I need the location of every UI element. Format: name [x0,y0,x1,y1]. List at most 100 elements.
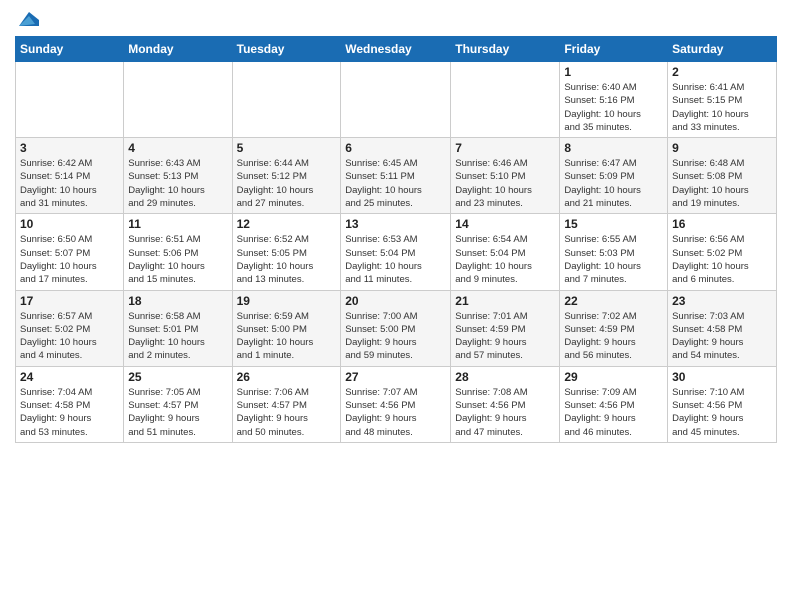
calendar-cell: 26 Sunrise: 7:06 AM Sunset: 4:57 PM Dayli… [232,366,341,442]
day-info: Sunrise: 7:08 AM Sunset: 4:56 PM Dayligh… [455,386,555,439]
calendar-cell: 6 Sunrise: 6:45 AM Sunset: 5:11 PM Daylig… [341,138,451,214]
day-info: Sunrise: 6:41 AM Sunset: 5:15 PM Dayligh… [672,81,772,134]
day-number: 11 [128,217,227,231]
day-number: 28 [455,370,555,384]
day-info: Sunrise: 7:00 AM Sunset: 5:00 PM Dayligh… [345,310,446,363]
day-info: Sunrise: 7:03 AM Sunset: 4:58 PM Dayligh… [672,310,772,363]
calendar-week-row: 17 Sunrise: 6:57 AM Sunset: 5:02 PM Dayli… [16,290,777,366]
calendar-cell: 10 Sunrise: 6:50 AM Sunset: 5:07 PM Dayli… [16,214,124,290]
day-number: 24 [20,370,119,384]
calendar-cell: 4 Sunrise: 6:43 AM Sunset: 5:13 PM Daylig… [124,138,232,214]
day-number: 23 [672,294,772,308]
calendar-cell: 2 Sunrise: 6:41 AM Sunset: 5:15 PM Daylig… [668,62,777,138]
day-number: 18 [128,294,227,308]
day-info: Sunrise: 7:05 AM Sunset: 4:57 PM Dayligh… [128,386,227,439]
day-info: Sunrise: 6:44 AM Sunset: 5:12 PM Dayligh… [237,157,337,210]
header [15,10,777,28]
day-info: Sunrise: 7:10 AM Sunset: 4:56 PM Dayligh… [672,386,772,439]
calendar-cell: 24Sunrise: 7:04 AM Sunset: 4:58 PM Dayli… [16,366,124,442]
weekday-header-wednesday: Wednesday [341,37,451,62]
calendar-cell: 19 Sunrise: 6:59 AM Sunset: 5:00 PM Dayli… [232,290,341,366]
calendar-cell: 18 Sunrise: 6:58 AM Sunset: 5:01 PM Dayli… [124,290,232,366]
logo-icon [17,10,39,28]
day-info: Sunrise: 6:57 AM Sunset: 5:02 PM Dayligh… [20,310,119,363]
day-number: 17 [20,294,119,308]
day-info: Sunrise: 7:09 AM Sunset: 4:56 PM Dayligh… [564,386,663,439]
day-info: Sunrise: 7:02 AM Sunset: 4:59 PM Dayligh… [564,310,663,363]
day-number: 16 [672,217,772,231]
day-number: 20 [345,294,446,308]
day-info: Sunrise: 7:06 AM Sunset: 4:57 PM Dayligh… [237,386,337,439]
day-number: 3 [20,141,119,155]
calendar-cell: 22Sunrise: 7:02 AM Sunset: 4:59 PM Dayli… [560,290,668,366]
calendar-header-row: SundayMondayTuesdayWednesdayThursdayFrid… [16,37,777,62]
day-number: 7 [455,141,555,155]
day-number: 9 [672,141,772,155]
calendar-cell: 27 Sunrise: 7:07 AM Sunset: 4:56 PM Dayli… [341,366,451,442]
calendar-cell: 15 Sunrise: 6:55 AM Sunset: 5:03 PM Dayli… [560,214,668,290]
calendar-cell [232,62,341,138]
calendar-week-row: 1 Sunrise: 6:40 AM Sunset: 5:16 PM Daylig… [16,62,777,138]
calendar-cell: 3 Sunrise: 6:42 AM Sunset: 5:14 PM Daylig… [16,138,124,214]
day-info: Sunrise: 6:40 AM Sunset: 5:16 PM Dayligh… [564,81,663,134]
day-info: Sunrise: 6:50 AM Sunset: 5:07 PM Dayligh… [20,233,119,286]
day-info: Sunrise: 6:42 AM Sunset: 5:14 PM Dayligh… [20,157,119,210]
day-info: Sunrise: 6:55 AM Sunset: 5:03 PM Dayligh… [564,233,663,286]
calendar-cell: 7 Sunrise: 6:46 AM Sunset: 5:10 PM Daylig… [451,138,560,214]
calendar-cell: 8 Sunrise: 6:47 AM Sunset: 5:09 PM Daylig… [560,138,668,214]
calendar-cell: 17 Sunrise: 6:57 AM Sunset: 5:02 PM Dayli… [16,290,124,366]
day-info: Sunrise: 6:52 AM Sunset: 5:05 PM Dayligh… [237,233,337,286]
calendar-cell: 30 Sunrise: 7:10 AM Sunset: 4:56 PM Dayli… [668,366,777,442]
day-info: Sunrise: 6:59 AM Sunset: 5:00 PM Dayligh… [237,310,337,363]
calendar-cell [451,62,560,138]
day-info: Sunrise: 6:48 AM Sunset: 5:08 PM Dayligh… [672,157,772,210]
calendar-cell: 20 Sunrise: 7:00 AM Sunset: 5:00 PM Dayli… [341,290,451,366]
calendar-week-row: 24Sunrise: 7:04 AM Sunset: 4:58 PM Dayli… [16,366,777,442]
calendar-cell: 28 Sunrise: 7:08 AM Sunset: 4:56 PM Dayli… [451,366,560,442]
day-number: 5 [237,141,337,155]
calendar-cell [341,62,451,138]
day-number: 1 [564,65,663,79]
weekday-header-thursday: Thursday [451,37,560,62]
day-info: Sunrise: 6:51 AM Sunset: 5:06 PM Dayligh… [128,233,227,286]
page: SundayMondayTuesdayWednesdayThursdayFrid… [0,0,792,458]
calendar-cell: 13Sunrise: 6:53 AM Sunset: 5:04 PM Dayli… [341,214,451,290]
calendar-cell: 29 Sunrise: 7:09 AM Sunset: 4:56 PM Dayli… [560,366,668,442]
day-number: 21 [455,294,555,308]
day-info: Sunrise: 6:58 AM Sunset: 5:01 PM Dayligh… [128,310,227,363]
day-number: 10 [20,217,119,231]
calendar-week-row: 3 Sunrise: 6:42 AM Sunset: 5:14 PM Daylig… [16,138,777,214]
calendar-cell: 5 Sunrise: 6:44 AM Sunset: 5:12 PM Daylig… [232,138,341,214]
weekday-header-tuesday: Tuesday [232,37,341,62]
day-number: 4 [128,141,227,155]
day-info: Sunrise: 6:47 AM Sunset: 5:09 PM Dayligh… [564,157,663,210]
calendar: SundayMondayTuesdayWednesdayThursdayFrid… [15,36,777,443]
calendar-cell: 12Sunrise: 6:52 AM Sunset: 5:05 PM Dayli… [232,214,341,290]
day-number: 25 [128,370,227,384]
day-info: Sunrise: 7:01 AM Sunset: 4:59 PM Dayligh… [455,310,555,363]
day-info: Sunrise: 6:56 AM Sunset: 5:02 PM Dayligh… [672,233,772,286]
day-number: 27 [345,370,446,384]
day-info: Sunrise: 7:07 AM Sunset: 4:56 PM Dayligh… [345,386,446,439]
day-number: 29 [564,370,663,384]
day-number: 6 [345,141,446,155]
day-number: 15 [564,217,663,231]
day-number: 30 [672,370,772,384]
calendar-cell: 16 Sunrise: 6:56 AM Sunset: 5:02 PM Dayli… [668,214,777,290]
day-number: 19 [237,294,337,308]
day-info: Sunrise: 6:43 AM Sunset: 5:13 PM Dayligh… [128,157,227,210]
day-number: 8 [564,141,663,155]
calendar-cell [16,62,124,138]
day-number: 2 [672,65,772,79]
calendar-cell: 23 Sunrise: 7:03 AM Sunset: 4:58 PM Dayli… [668,290,777,366]
day-info: Sunrise: 6:46 AM Sunset: 5:10 PM Dayligh… [455,157,555,210]
day-number: 13 [345,217,446,231]
calendar-cell: 9 Sunrise: 6:48 AM Sunset: 5:08 PM Daylig… [668,138,777,214]
day-number: 26 [237,370,337,384]
day-number: 14 [455,217,555,231]
weekday-header-friday: Friday [560,37,668,62]
calendar-week-row: 10 Sunrise: 6:50 AM Sunset: 5:07 PM Dayli… [16,214,777,290]
weekday-header-monday: Monday [124,37,232,62]
calendar-cell: 14Sunrise: 6:54 AM Sunset: 5:04 PM Dayli… [451,214,560,290]
day-info: Sunrise: 6:45 AM Sunset: 5:11 PM Dayligh… [345,157,446,210]
